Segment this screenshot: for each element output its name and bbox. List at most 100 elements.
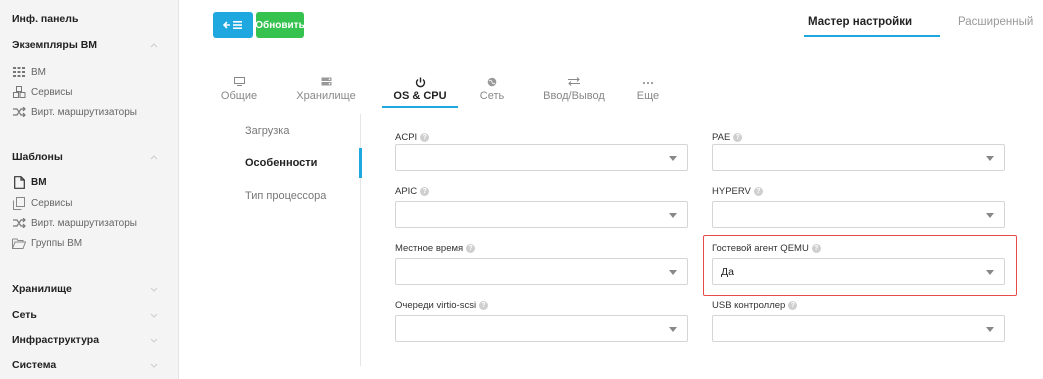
file-icon bbox=[12, 175, 26, 189]
virtio-scsi-select[interactable] bbox=[395, 315, 688, 342]
localtime-label: Местное время? bbox=[395, 243, 476, 254]
copy-icon bbox=[12, 196, 26, 210]
pae-select[interactable] bbox=[712, 144, 1005, 171]
sidebar-item-label: Группы ВМ bbox=[31, 237, 83, 249]
wizard-mode-underline bbox=[804, 35, 940, 37]
caret-down-icon bbox=[669, 270, 677, 275]
sidebar-item-templates-services[interactable]: Сервисы bbox=[12, 193, 170, 213]
ellipsis-icon bbox=[633, 77, 663, 90]
power-icon bbox=[382, 77, 458, 90]
tab-io[interactable]: Ввод/Вывод bbox=[536, 77, 612, 102]
sidebar-instances-label: Экземпляры ВМ bbox=[12, 39, 98, 51]
subnav-cpu-model[interactable]: Тип процессора bbox=[245, 190, 326, 202]
usb-label: USB контроллер? bbox=[712, 300, 798, 311]
field-label-text: PAE bbox=[712, 132, 731, 143]
help-icon[interactable]: ? bbox=[420, 187, 430, 196]
field-label-text: HYPERV bbox=[712, 186, 751, 197]
sidebar-storage[interactable]: Хранилище bbox=[12, 279, 170, 299]
sidebar-item-label: ВМ bbox=[31, 176, 47, 188]
sidebar-network-label: Сеть bbox=[12, 309, 37, 321]
caret-down-icon bbox=[669, 327, 677, 332]
monitor-icon bbox=[218, 77, 260, 90]
sidebar-item-vm[interactable]: ВМ bbox=[12, 62, 170, 82]
help-icon[interactable]: ? bbox=[753, 187, 763, 196]
hyperv-select[interactable] bbox=[712, 201, 1005, 228]
tab-storage[interactable]: Хранилище bbox=[287, 77, 365, 102]
random-icon bbox=[12, 216, 26, 230]
tab-label: Ввод/Вывод bbox=[543, 90, 605, 102]
exchange-icon bbox=[536, 77, 612, 90]
storage-icon bbox=[287, 77, 365, 90]
caret-down-icon bbox=[986, 270, 994, 275]
tab-os-cpu[interactable]: OS & CPU bbox=[382, 77, 458, 102]
tab-general[interactable]: Общие bbox=[218, 77, 260, 102]
sidebar-item-vrouters[interactable]: Вирт. маршрутизаторы bbox=[12, 102, 170, 122]
tab-more[interactable]: Еще bbox=[633, 77, 663, 102]
sidebar-storage-label: Хранилище bbox=[12, 283, 72, 295]
qemu-agent-label: Гостевой агент QEMU? bbox=[712, 243, 821, 254]
subnav-active-marker bbox=[359, 148, 362, 178]
virtio-scsi-label: Очереди virtio-scsi? bbox=[395, 300, 489, 311]
field-label-text: Гостевой агент QEMU bbox=[712, 243, 809, 254]
refresh-button[interactable]: Обновить bbox=[255, 12, 305, 38]
sidebar-network[interactable]: Сеть bbox=[12, 305, 170, 325]
help-icon[interactable]: ? bbox=[420, 133, 430, 142]
field-label-text: Очереди virtio-scsi bbox=[395, 300, 477, 311]
field-label-text: Местное время bbox=[395, 243, 464, 254]
sidebar-item-label: ВМ bbox=[31, 66, 46, 78]
tab-network[interactable]: Сеть bbox=[474, 77, 510, 102]
advanced-mode-tab[interactable]: Расширенный bbox=[958, 16, 1033, 28]
chevron-down-icon bbox=[150, 313, 158, 318]
chevron-up-icon bbox=[150, 43, 158, 48]
help-icon[interactable]: ? bbox=[466, 244, 476, 253]
caret-down-icon bbox=[986, 156, 994, 161]
sidebar-item-label: Вирт. маршрутизаторы bbox=[31, 217, 137, 229]
sidebar-infrastructure[interactable]: Инфраструктура bbox=[12, 330, 170, 350]
chevron-down-icon bbox=[150, 338, 158, 343]
help-icon[interactable]: ? bbox=[811, 244, 821, 253]
help-icon[interactable]: ? bbox=[788, 301, 798, 310]
sidebar-system[interactable]: Система bbox=[12, 355, 170, 375]
sidebar-templates-label: Шаблоны bbox=[12, 151, 63, 163]
caret-down-icon bbox=[986, 213, 994, 218]
subnav-boot[interactable]: Загрузка bbox=[245, 125, 289, 137]
globe-icon bbox=[474, 77, 510, 90]
caret-down-icon bbox=[669, 156, 677, 161]
usb-select[interactable] bbox=[712, 315, 1005, 342]
chevron-up-icon bbox=[150, 155, 158, 160]
apic-select[interactable] bbox=[395, 201, 688, 228]
caret-down-icon bbox=[669, 213, 677, 218]
sidebar-system-label: Система bbox=[12, 359, 57, 371]
random-icon bbox=[12, 105, 26, 119]
wizard-mode-tab[interactable]: Мастер настройки bbox=[808, 16, 912, 28]
tab-label: Еще bbox=[636, 90, 660, 102]
cubes-icon bbox=[12, 85, 26, 99]
sidebar-item-vm-groups[interactable]: Группы ВМ bbox=[12, 233, 170, 253]
localtime-select[interactable] bbox=[395, 258, 688, 285]
sidebar-item-label: Вирт. маршрутизаторы bbox=[31, 106, 137, 118]
back-button[interactable] bbox=[213, 12, 253, 38]
sidebar-infrastructure-label: Инфраструктура bbox=[12, 334, 100, 346]
subnav-features[interactable]: Особенности bbox=[245, 157, 317, 169]
select-value: Да bbox=[721, 265, 734, 278]
pae-label: PAE? bbox=[712, 132, 743, 143]
help-icon[interactable]: ? bbox=[733, 133, 743, 142]
sidebar-dashboard[interactable]: Инф. панель bbox=[12, 9, 170, 29]
field-label-text: USB контроллер bbox=[712, 300, 786, 311]
sidebar-templates[interactable]: Шаблоны bbox=[12, 147, 170, 167]
chevron-down-icon bbox=[150, 363, 158, 368]
sidebar-item-services[interactable]: Сервисы bbox=[12, 82, 170, 102]
sidebar-item-label: Сервисы bbox=[31, 197, 73, 209]
acpi-label: ACPI? bbox=[395, 132, 430, 143]
sidebar-item-templates-vrouters[interactable]: Вирт. маршрутизаторы bbox=[12, 213, 170, 233]
sidebar-item-templates-vm[interactable]: ВМ bbox=[12, 172, 170, 192]
caret-down-icon bbox=[986, 327, 994, 332]
qemu-agent-select[interactable]: Да bbox=[712, 258, 1005, 285]
sidebar: Инф. панель Экземпляры ВМ ВМ Сервисы Вир… bbox=[0, 0, 179, 379]
acpi-select[interactable] bbox=[395, 144, 688, 171]
sidebar-instances[interactable]: Экземпляры ВМ bbox=[12, 35, 170, 55]
active-tab-underline bbox=[382, 106, 458, 108]
apic-label: APIC? bbox=[395, 186, 430, 197]
help-icon[interactable]: ? bbox=[479, 301, 489, 310]
tab-label: Общие bbox=[220, 90, 258, 102]
